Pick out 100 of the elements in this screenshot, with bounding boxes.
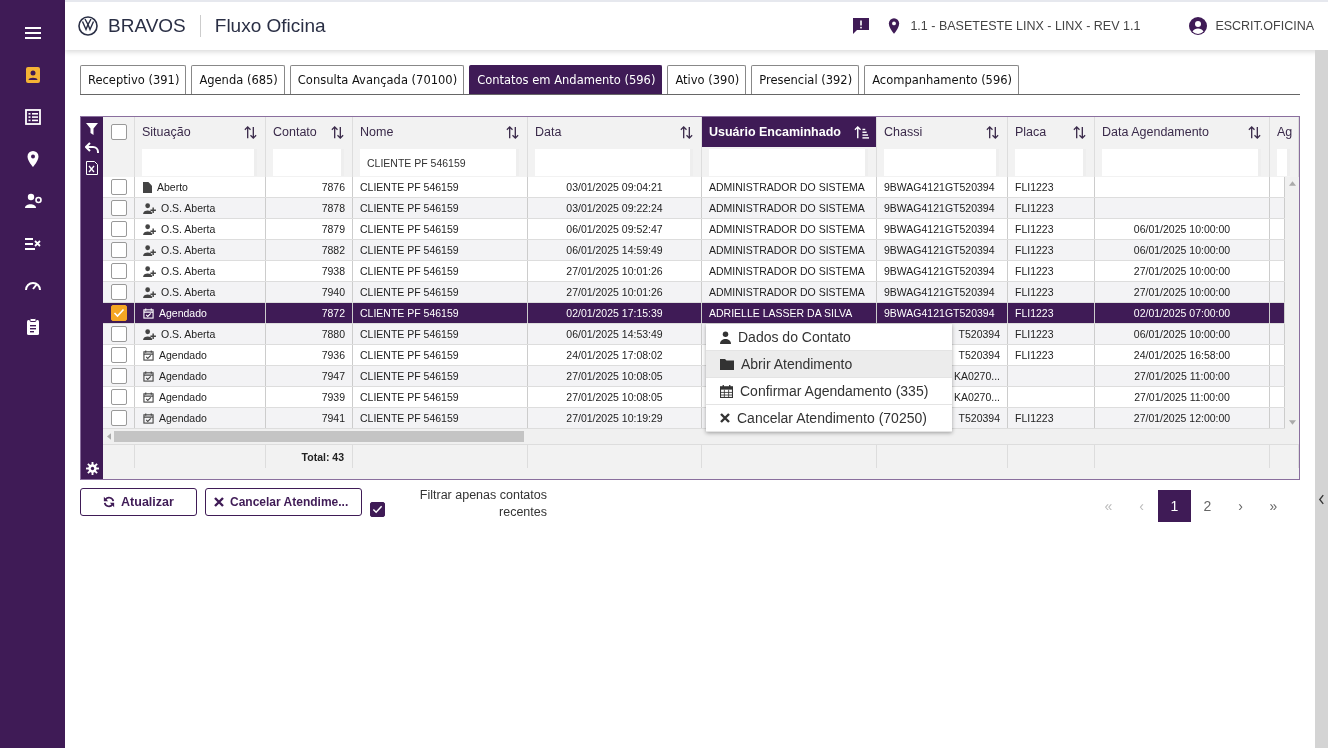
refresh-button[interactable]: Atualizar [80,488,197,516]
table-cell: ADMINISTRADOR DO SISTEMA [709,223,865,235]
row-checkbox[interactable] [110,389,127,405]
table-cell: FLI1223 [1015,223,1054,235]
row-checkbox[interactable] [110,368,127,384]
table-cell: 9BWAG4121GT520394 [884,202,995,214]
row-checkbox[interactable] [110,305,127,321]
user-plus-icon [143,202,156,214]
status-text: O.S. Aberta [161,328,216,340]
checkbox-label: Filtrar apenas contatos recentes [418,487,547,521]
row-checkbox[interactable] [110,326,127,342]
page-button[interactable]: 1 [1158,490,1191,522]
next-page-button[interactable]: › [1224,490,1257,522]
recent-filter-checkbox[interactable] [370,502,385,517]
close-icon [720,413,730,423]
table-cell: CLIENTE PF 546159 [360,349,459,361]
row-checkbox[interactable] [110,410,127,426]
sort-icon[interactable] [1247,124,1262,140]
table-cell: CLIENTE PF 546159 [360,370,459,382]
table-cell: 06/01/2025 10:00:00 [1133,244,1231,256]
table-cell: 27/01/2025 10:08:05 [566,370,663,382]
table-cell: FLI1223 [1015,265,1054,277]
horizontal-scrollbar[interactable] [103,429,1299,444]
status-text: Agendado [159,307,207,319]
row-checkbox[interactable] [110,284,127,300]
table-cell: FLI1223 [1015,328,1054,340]
filter-field[interactable]: CLIENTE PF 546159 [360,149,519,176]
tab[interactable]: Consulta Avançada (70100) [289,65,465,94]
row-checkbox[interactable] [110,242,127,258]
table-cell: 27/01/2025 10:08:05 [566,391,663,403]
tab[interactable]: Ativo (390) [667,65,747,94]
table-cell: 27/01/2025 10:00:00 [1133,265,1231,277]
table-cell: CLIENTE PF 546159 [360,223,459,235]
table-cell: T520394 [958,349,1000,361]
list-icon[interactable] [22,107,43,127]
table-cell: FLI1223 [1015,412,1054,424]
table-cell: 7941 [321,412,345,424]
table-cell: 7940 [321,286,345,298]
table-cell: 9BWAG4121GT520394 [884,244,995,256]
menu-item[interactable]: Confirmar Agendamento (335) [706,378,952,405]
table-cell: 06/01/2025 14:59:49 [566,244,663,256]
cancel-button[interactable]: Cancelar Atendime... [205,488,362,516]
sort-icon[interactable] [1072,124,1087,140]
location-label[interactable]: 1.1 - BASETESTE LINX - LINX - REV 1.1 [910,19,1141,33]
user-icon [720,330,731,344]
row-checkbox[interactable] [110,221,127,237]
sort-icon[interactable] [985,124,1000,140]
user-name[interactable]: ESCRIT.OFICINA [1215,19,1314,33]
table-cell: CLIENTE PF 546159 [360,286,459,298]
logo-icon [78,16,98,36]
table-cell: 06/01/2025 10:00:00 [1133,223,1231,235]
column-header[interactable]: Usuário Encaminhado [702,117,877,147]
table-cell: 9BWAG4121GT520394 [884,181,995,193]
sort-icon[interactable] [330,124,345,140]
table-cell: 9BWAG4121GT520394 [884,307,995,319]
select-all-checkbox[interactable] [110,124,127,140]
row-checkbox[interactable] [110,263,127,279]
status-text: O.S. Aberta [161,265,216,277]
tab[interactable]: Presencial (392) [751,65,860,94]
table-cell: 7947 [321,370,345,382]
table-cell: 7879 [321,223,345,235]
filter-icon[interactable] [86,123,98,135]
table-cell: 27/01/2025 10:01:26 [566,265,663,277]
filter-field[interactable] [1277,149,1290,176]
message-alert-icon[interactable] [852,17,871,35]
table-cell: KA0270... [953,391,1000,403]
table-cell: 06/01/2025 14:53:49 [566,328,663,340]
menu-item[interactable]: Abrir Atendimento [706,351,952,378]
sort-icon[interactable] [679,124,694,140]
row-checkbox[interactable] [110,179,127,195]
user-gear-icon[interactable] [22,191,43,211]
status-text: O.S. Aberta [161,244,216,256]
table-cell: ADMINISTRADOR DO SISTEMA [709,181,865,193]
table-cell: T520394 [958,412,1000,424]
tab[interactable]: Receptivo (391) [80,65,187,94]
table-cell: 03/01/2025 09:22:24 [566,202,663,214]
table-cell: 02/01/2025 17:15:39 [566,307,663,319]
sort-icon[interactable] [505,124,520,140]
tab[interactable]: Agenda (685) [191,65,285,94]
excel-export-icon[interactable] [86,161,98,175]
tab[interactable]: Acompanhamento (596) [864,65,1020,94]
user-plus-icon [143,286,156,298]
last-page-button[interactable]: » [1257,490,1290,522]
row-checkbox[interactable] [110,347,127,363]
undo-icon[interactable] [85,142,99,154]
location-pin-icon [888,18,901,34]
row-checkbox[interactable] [110,200,127,216]
settings-icon[interactable] [85,462,99,475]
table-cell: CLIENTE PF 546159 [360,391,459,403]
page-button[interactable]: 2 [1191,490,1224,522]
table-cell: CLIENTE PF 546159 [360,244,459,256]
status-text: O.S. Aberta [161,286,216,298]
collapse-panel-icon[interactable] [1318,493,1325,505]
table-cell: 9BWAG4121GT520394 [884,223,995,235]
sort-icon[interactable] [243,124,258,140]
table-cell: 24/01/2025 16:58:00 [1133,349,1231,361]
user-avatar-icon[interactable] [1189,17,1208,35]
table-cell: 27/01/2025 10:00:00 [1133,286,1231,298]
tab[interactable]: Contatos em Andamento (596) [469,65,663,94]
sort-ascending-icon[interactable] [854,124,869,140]
